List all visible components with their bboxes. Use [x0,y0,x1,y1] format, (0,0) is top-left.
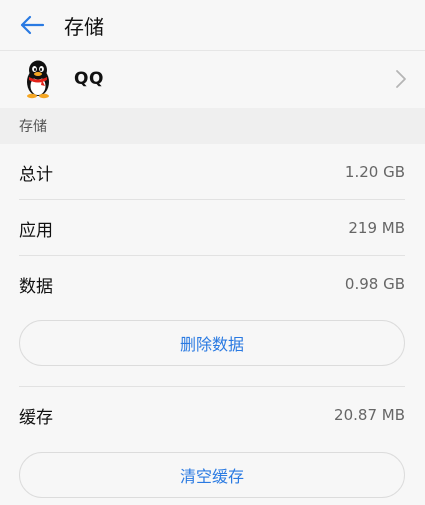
section-title: 存储 [19,119,47,135]
data-row: 数据 0.98 GB [0,256,425,312]
app-size-row: 应用 219 MB [0,200,425,256]
total-value: 1.20 GB [344,163,405,181]
data-value: 0.98 GB [344,275,405,293]
chevron-right-icon [396,70,406,88]
total-label: 总计 [19,164,53,185]
delete-data-button[interactable]: 删除数据 [19,320,405,366]
cache-value: 20.87 MB [334,406,405,424]
total-row: 总计 1.20 GB [0,144,425,200]
cache-row: 缓存 20.87 MB [0,387,425,443]
storage-page: 存储 QQ 存储 总计 1.20 GB 应用 219 MB 数据 0.98 GB… [0,0,425,505]
header-bar: 存储 [0,0,425,50]
app-info-row[interactable]: QQ [0,51,425,107]
clear-cache-button[interactable]: 清空缓存 [19,452,405,498]
app-size-value: 219 MB [348,219,405,237]
cache-label: 缓存 [19,407,53,428]
app-name: QQ [74,69,104,89]
data-label: 数据 [19,276,53,297]
app-size-label: 应用 [19,220,53,241]
qq-penguin-icon [18,59,58,99]
page-title: 存储 [64,14,104,39]
section-header-storage: 存储 [0,108,425,144]
back-arrow-icon [20,15,45,35]
back-button[interactable] [8,0,56,50]
